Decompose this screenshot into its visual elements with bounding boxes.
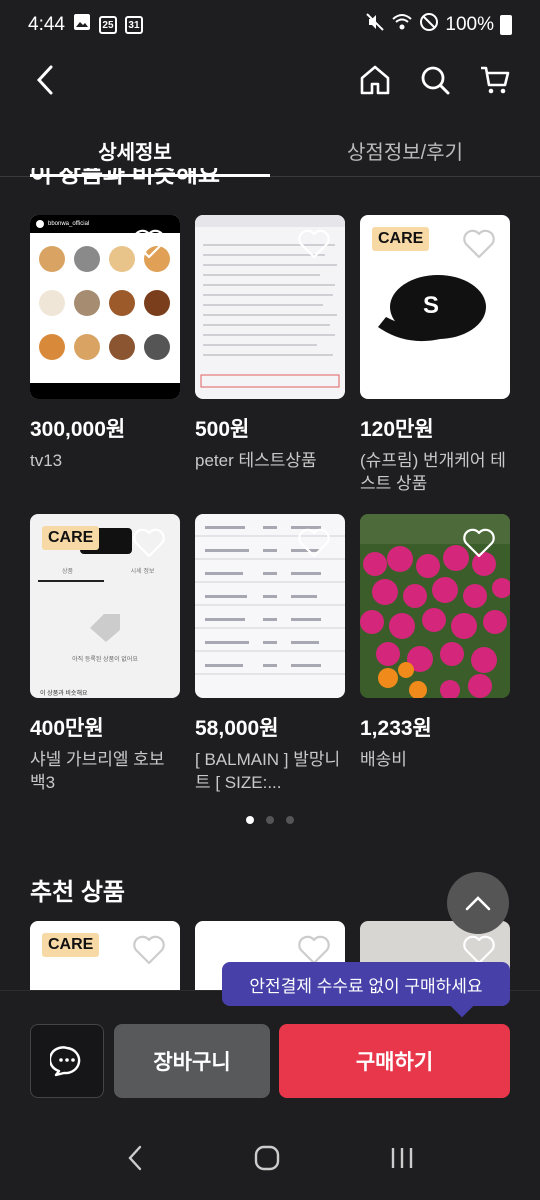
product-card[interactable]: CARE [30,921,180,990]
system-recents-button[interactable] [389,1145,415,1176]
product-name: 배송비 [360,750,407,769]
product-row: bbonwa_official 300,000원 tv13 500원 peter… [30,215,510,495]
product-thumbnail: CARE [30,921,180,990]
care-badge: CARE [372,227,430,251]
system-nav-bar [0,1120,540,1200]
product-price: 300,000원 [30,418,126,441]
chevron-up-icon [465,896,491,911]
page-dot[interactable] [286,816,294,824]
care-badge: CARE [42,933,100,957]
scroll-to-top-button[interactable] [447,872,509,934]
calendar-icon: 31 [124,16,143,34]
recents-icon [392,1147,413,1168]
mute-icon [365,12,385,38]
gallery-icon [73,13,91,37]
page-dot[interactable] [266,816,274,824]
back-arrow-icon [36,65,53,95]
product-thumbnail: CARE S [360,215,510,399]
inner-tab-indicator [38,580,104,582]
home-button[interactable] [358,63,392,97]
recommended-title: 추천 상품 [30,879,125,906]
product-name: [ BALMAIN ] 발망니트 [ SIZE:... [195,750,341,792]
buy-button[interactable]: 구매하기 [279,1024,510,1098]
heart-icon[interactable] [297,935,331,965]
heart-icon[interactable] [132,229,166,259]
status-time: 4:44 [28,14,65,35]
heart-icon[interactable] [132,935,166,965]
instagram-footer [30,383,180,399]
battery-icon [500,15,512,35]
product-name: peter 테스트상품 [195,451,317,470]
product-name: 샤넬 가브리엘 호보백3 [30,750,165,792]
product-name: tv13 [30,451,63,470]
product-thumbnail [195,215,345,399]
product-thumbnail [360,514,510,698]
chat-button[interactable] [30,1024,104,1098]
heart-icon[interactable] [297,528,331,558]
cart-icon [481,66,510,94]
back-button[interactable] [28,63,62,97]
product-row: CARE 상품 시세 정보 아직 등록된 상품이 없어요 이 상품과 비슷해요 … [30,514,510,794]
product-price: 58,000원 [195,717,279,740]
product-price: 120만원 [360,418,434,441]
svg-text:S: S [423,292,439,319]
product-card[interactable]: CARE S 120만원 (슈프림) 번개케어 테스트 상품 [360,215,510,495]
page-dot[interactable] [246,816,254,824]
system-home-button[interactable] [254,1145,280,1176]
search-icon [421,66,450,95]
scroll-content[interactable]: bbonwa_official 300,000원 tv13 500원 peter… [0,178,540,990]
calendar-icon: 25 [98,16,117,34]
product-card[interactable]: 58,000원 [ BALMAIN ] 발망니트 [ SIZE:... [195,514,345,794]
tag-icon [90,614,120,642]
wifi-icon [391,12,413,38]
care-badge: CARE [42,526,100,550]
top-nav [0,50,540,110]
heart-icon[interactable] [132,528,166,558]
do-not-disturb-icon [419,12,439,38]
avatar [36,220,44,228]
product-card[interactable]: bbonwa_official 300,000원 tv13 [30,215,180,495]
tab-shop-reviews[interactable]: 상점정보/후기 [270,125,540,176]
product-name: (슈프림) 번개케어 테스트 상품 [360,451,506,493]
heart-icon[interactable] [462,935,496,965]
search-button[interactable] [418,63,452,97]
cart-nav-button[interactable] [478,63,512,97]
product-card[interactable]: CARE 상품 시세 정보 아직 등록된 상품이 없어요 이 상품과 비슷해요 … [30,514,180,794]
safe-payment-tooltip: 안전결제 수수료 없이 구매하세요 [222,962,510,1006]
back-icon [128,1145,141,1170]
inner-tabs: 상품 시세 정보 [61,569,155,575]
home-icon [360,65,390,95]
empty-state-text: 아직 등록된 상품이 없어요 [72,657,138,663]
battery-level: 100% [445,14,494,35]
home-circle-icon [254,1145,280,1170]
heart-icon[interactable] [297,229,331,259]
product-thumbnail: bbonwa_official [30,215,180,399]
inner-section-title: 이 상품과 비슷해요 [40,691,88,697]
product-price: 500원 [195,418,250,441]
heart-icon[interactable] [462,229,496,259]
pagination-dots [0,816,540,824]
chat-icon [50,1046,81,1077]
product-thumbnail [195,514,345,698]
product-thumbnail: CARE 상품 시세 정보 아직 등록된 상품이 없어요 이 상품과 비슷해요 [30,514,180,698]
product-price: 1,233원 [360,717,432,740]
product-card[interactable]: 1,233원 배송비 [360,514,510,794]
add-to-cart-button[interactable]: 장바구니 [114,1024,270,1098]
status-bar: 4:44 25 31 100% [0,0,540,50]
system-back-button[interactable] [125,1144,145,1177]
product-price: 400만원 [30,717,104,740]
product-card[interactable]: 500원 peter 테스트상품 [195,215,345,495]
heart-icon[interactable] [462,528,496,558]
